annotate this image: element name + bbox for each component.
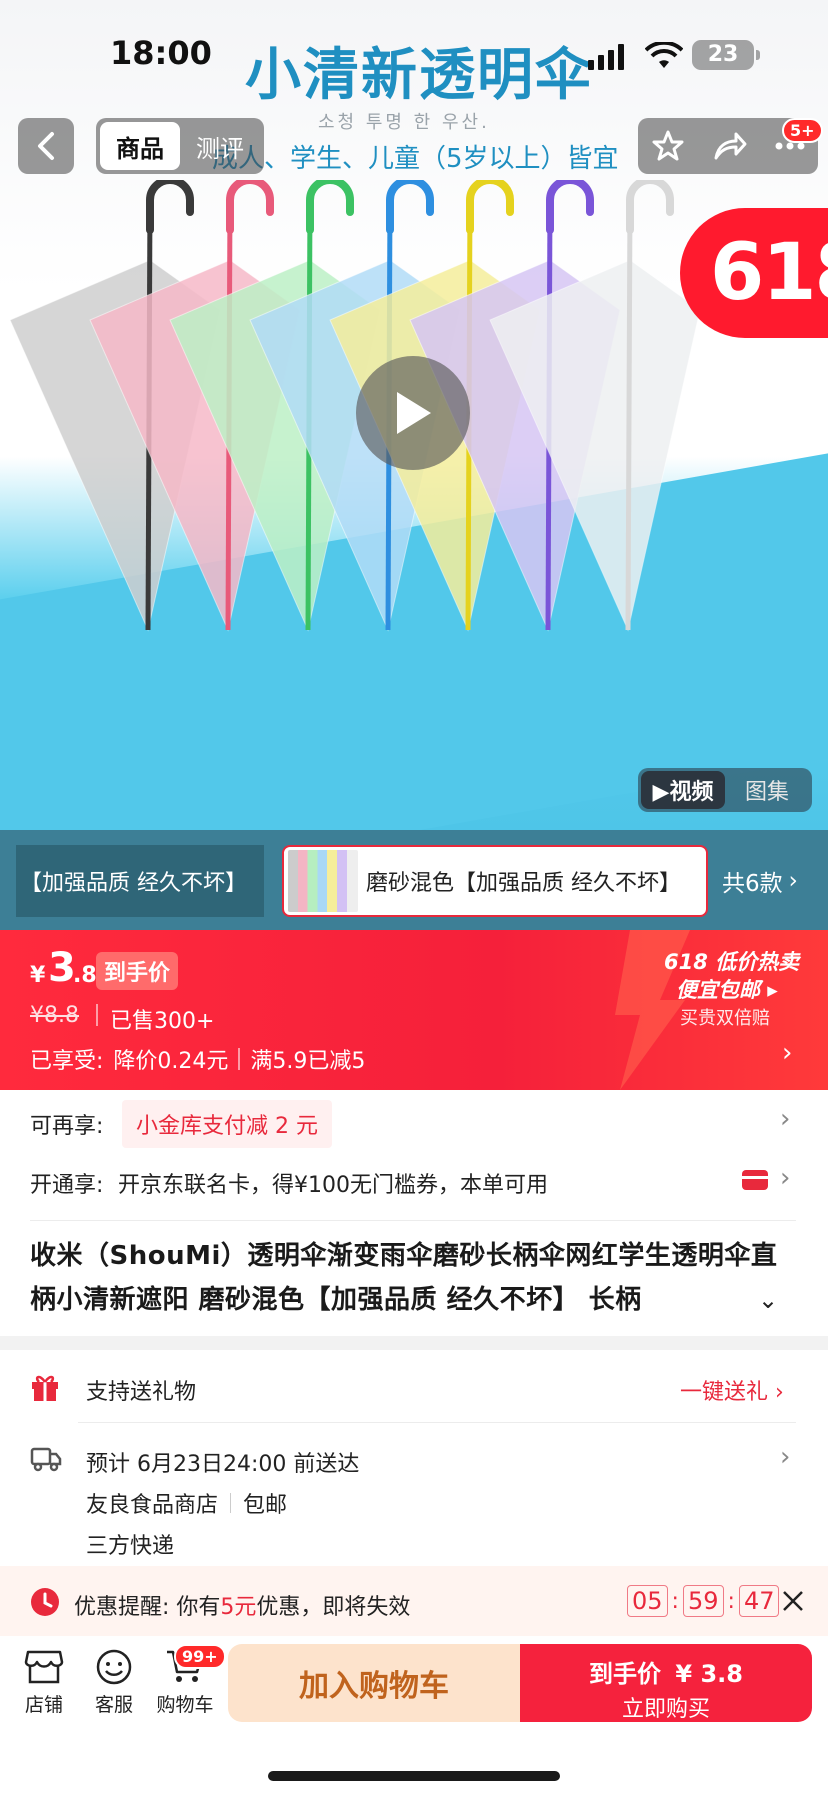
variant-thumbnail [288, 850, 358, 912]
wifi-icon [645, 42, 683, 68]
countdown-hours: 05 [627, 1585, 668, 1617]
service-label: 客服 [94, 1694, 133, 1716]
open-card-text[interactable]: 开京东联名卡，得¥100无门槛券，本单可用 [118, 1167, 548, 1199]
variant-option[interactable]: 【加强品质 经久不坏】 [16, 845, 264, 917]
variant-label: 磨砂混色【加强品质 经久不坏】 [366, 871, 681, 896]
variant-count: 共6款 [722, 871, 783, 897]
divider [96, 1004, 98, 1026]
divider [30, 1220, 796, 1221]
cell-signal-icon [588, 44, 624, 70]
price-tag: 到手价 [96, 952, 179, 990]
reminder-text: 优惠提醒: 你有5元优惠，即将失效 [74, 1589, 410, 1621]
buy-now-button[interactable]: 到手价 ¥ 3.8 立即购买 [520, 1644, 812, 1722]
cart-count-badge: 99+ [174, 1644, 226, 1669]
countdown-seconds: 47 [738, 1585, 780, 1617]
chevron-right-icon[interactable]: › [780, 1442, 790, 1472]
reminder-suffix: 优惠，即将失效 [256, 1595, 411, 1620]
shop-name: 友良食品商店 [86, 1493, 219, 1518]
payment-coupon[interactable]: 小金库支付减 2 元 [122, 1100, 332, 1148]
hero-korean-text: 소청 투명 한 우산. [318, 112, 490, 133]
play-video-button[interactable] [356, 356, 470, 470]
expand-chevron-icon[interactable]: ⌄ [758, 1286, 778, 1314]
price-currency: ¥ [30, 963, 46, 988]
reminder-prefix: 优惠提醒: 你有 [74, 1595, 221, 1620]
variant-count-link[interactable]: 共6款 › [722, 845, 798, 917]
buy-price-line: 到手价 ¥ 3.8 [520, 1654, 812, 1689]
gift-label: 支持送礼物 [86, 1380, 197, 1405]
price-integer: 3 [48, 945, 76, 991]
promo-guarantee: 买贵双倍赔 [680, 1008, 770, 1029]
reminder-amount: 5元 [220, 1595, 257, 1620]
courier: 三方快递 [86, 1534, 175, 1559]
countdown-minutes: 59 [682, 1585, 724, 1617]
delivery-truck-icon [30, 1447, 62, 1472]
price-decimal: .8 [73, 963, 97, 988]
re-enjoy-label: 可再享: [30, 1114, 104, 1139]
tab-product[interactable]: 商品 [100, 122, 180, 170]
back-button[interactable] [18, 118, 74, 174]
store-button[interactable]: 店铺 [22, 1648, 66, 1717]
media-tab-video[interactable]: ▶视频 [641, 771, 725, 809]
sold-count: 已售300+ [110, 1009, 215, 1034]
play-icon [397, 392, 431, 434]
divider [238, 1048, 241, 1070]
more-icon[interactable] [775, 142, 805, 150]
media-tab-gallery[interactable]: 图集 [725, 771, 809, 809]
buy-action-label: 立即购买 [621, 1697, 710, 1722]
enjoy-label: 已享受: [30, 1049, 104, 1074]
divider [78, 1422, 796, 1423]
close-icon[interactable] [782, 1590, 804, 1612]
hero-subtitle: 成人、学生、儿童（5岁以上）皆宜 [212, 144, 619, 174]
service-button[interactable]: 客服 [90, 1648, 138, 1717]
badge-618: 618 [680, 208, 828, 338]
variant-option-selected[interactable]: 磨砂混色【加强品质 经久不坏】 [282, 845, 708, 917]
chevron-right-icon[interactable]: › [780, 1104, 790, 1134]
media-toggle: ▶视频 图集 [638, 768, 812, 812]
buy-price: ¥ 3.8 [675, 1660, 743, 1688]
customer-service-icon [96, 1649, 132, 1685]
tab-review[interactable]: 测评 [180, 122, 260, 170]
chevron-right-icon: › [788, 868, 798, 894]
original-price: ¥8.8 [30, 1003, 79, 1028]
promo-free-shipping[interactable]: 便宜包邮 ▸ [676, 974, 778, 1004]
message-badge: 5+ [782, 118, 823, 143]
divider [230, 1493, 232, 1513]
add-to-cart-button[interactable]: 加入购物车 [228, 1644, 520, 1722]
buy-price-label: 到手价 [589, 1660, 662, 1688]
discount-summary[interactable]: 已享受: 降价0.24元 满5.9已减5 [30, 1043, 365, 1075]
store-label: 店铺 [24, 1694, 63, 1716]
share-icon[interactable] [712, 130, 748, 162]
full-reduction: 满5.9已减5 [250, 1049, 366, 1074]
chevron-left-icon [38, 132, 54, 160]
cart-label: 购物车 [156, 1694, 214, 1716]
page-tab-switcher: 商品 测评 [96, 118, 264, 174]
price-drop: 降价0.24元 [113, 1049, 229, 1074]
hero-title: 小清新透明伞 [245, 43, 593, 108]
battery-indicator: 23 [692, 40, 760, 70]
chevron-right-icon[interactable]: › [780, 1163, 790, 1193]
shipping-free: 包邮 [243, 1493, 288, 1518]
credit-card-icon [742, 1170, 768, 1190]
open-card-label: 开通享: [30, 1173, 104, 1198]
product-title: 收米（ShouMi）透明伞渐变雨伞磨砂长柄伞网红学生透明伞直柄小清新遮阳 磨砂混… [30, 1241, 778, 1315]
alarm-clock-icon [31, 1588, 59, 1616]
chevron-right-icon[interactable]: › [782, 1038, 792, 1068]
shop-info: 友良食品商店 包邮 [86, 1487, 287, 1519]
favorite-star-icon[interactable] [651, 129, 685, 163]
promo-618: 618 低价热卖 [664, 950, 800, 974]
delivery-estimate: 预计 6月23日24:00 前送达 [86, 1452, 360, 1477]
home-indicator [268, 1771, 560, 1781]
countdown-timer: 05: 59: 47 [627, 1585, 780, 1617]
gift-icon [32, 1375, 58, 1401]
store-icon [24, 1650, 64, 1684]
status-time: 18:00 [110, 34, 212, 72]
section-gap [0, 1336, 828, 1350]
gift-action: 一键送礼 [680, 1380, 769, 1405]
gift-action-link[interactable]: 一键送礼 › [680, 1374, 784, 1406]
